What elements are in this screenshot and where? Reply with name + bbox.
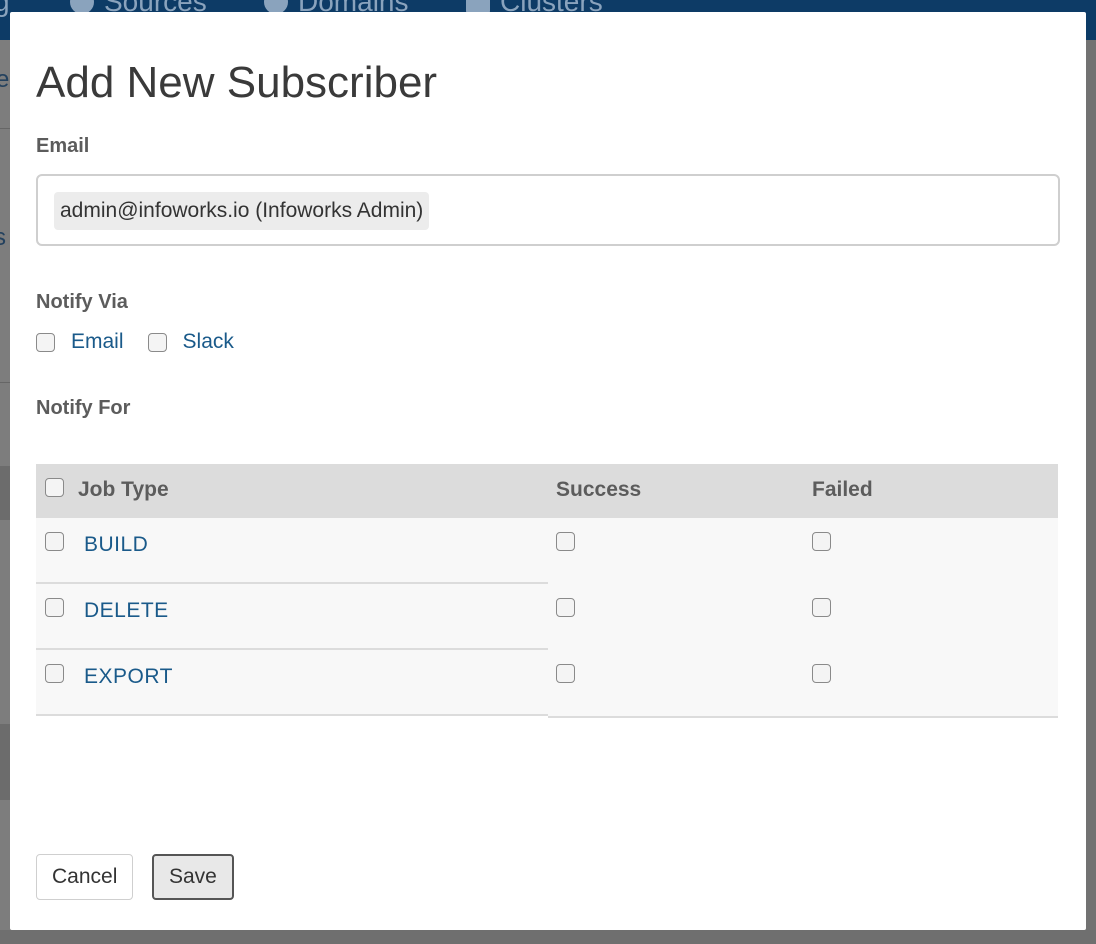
header-job-type: Job Type <box>78 478 169 501</box>
success-checkbox[interactable] <box>556 664 575 683</box>
table-row: DELETE <box>36 584 1058 652</box>
table-row: BUILD <box>36 518 1058 586</box>
header-failed: Failed <box>812 478 873 501</box>
table-row: EXPORT <box>36 650 1058 718</box>
job-type-name[interactable]: EXPORT <box>84 665 173 689</box>
cancel-button[interactable]: Cancel <box>36 854 134 900</box>
email-label: Email <box>36 135 90 157</box>
failed-checkbox[interactable] <box>812 664 831 683</box>
row-select-checkbox[interactable] <box>45 598 64 617</box>
notify-for-table: Job Type Success Failed BUILD DELETE EXP… <box>36 464 1058 718</box>
notify-via-slack-label[interactable]: Slack <box>183 330 234 354</box>
background-text-fragment: e <box>0 66 10 93</box>
email-field[interactable]: admin@infoworks.io (Infoworks Admin) <box>36 174 1060 246</box>
header-success: Success <box>556 478 642 501</box>
failed-checkbox[interactable] <box>812 598 831 617</box>
select-all-checkbox[interactable] <box>45 478 64 497</box>
notify-via-email-label[interactable]: Email <box>71 330 124 354</box>
notify-via-email-checkbox[interactable] <box>36 332 55 352</box>
background-text-fragment: s <box>0 224 6 251</box>
row-select-checkbox[interactable] <box>45 532 64 551</box>
background-nav-label: g <box>0 0 10 17</box>
notify-via-slack-option[interactable]: Slack <box>147 330 234 354</box>
job-type-name[interactable]: BUILD <box>84 533 148 557</box>
success-checkbox[interactable] <box>556 532 575 551</box>
success-checkbox[interactable] <box>556 598 575 617</box>
failed-checkbox[interactable] <box>812 532 831 551</box>
save-button[interactable]: Save <box>152 854 234 900</box>
notify-via-options: Email Slack <box>36 330 234 354</box>
row-select-checkbox[interactable] <box>45 664 64 683</box>
notify-via-label: Notify Via <box>36 291 128 313</box>
background-right-edge <box>1086 40 1096 930</box>
notify-via-slack-checkbox[interactable] <box>147 332 167 352</box>
notify-via-email-option[interactable]: Email <box>36 330 124 354</box>
job-type-name[interactable]: DELETE <box>84 599 169 623</box>
notify-for-label: Notify For <box>36 397 131 419</box>
email-chip[interactable]: admin@infoworks.io (Infoworks Admin) <box>54 192 430 230</box>
background-nav-fragment: g <box>0 0 10 18</box>
add-subscriber-modal: Add New Subscriber Email admin@infoworks… <box>10 12 1086 930</box>
modal-title: Add New Subscriber <box>36 58 438 107</box>
row-divider <box>548 716 1058 718</box>
background-bottom-edge <box>0 930 1096 944</box>
row-divider <box>36 714 548 716</box>
table-header: Job Type Success Failed <box>36 464 1058 518</box>
